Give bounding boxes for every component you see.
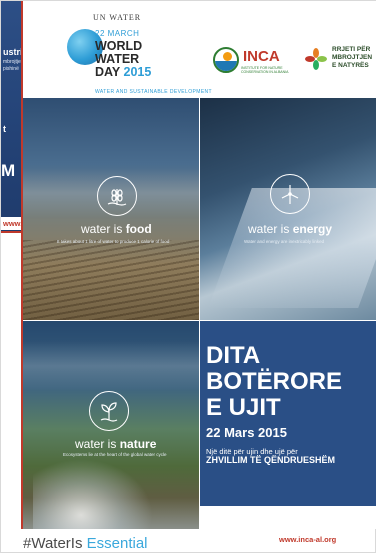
world-water-day-title: WORLD WATER DAY 2015 xyxy=(95,40,151,79)
tile-nature-title: water is nature xyxy=(75,437,157,451)
un-water-label: UN WATER xyxy=(93,13,142,22)
wwd-line-3: DAY 2015 xyxy=(95,66,151,79)
inca-subtitle: INSTITUTE FOR NATURE CONSERVATION IN ALB… xyxy=(241,66,289,74)
tile-food-caption: It takes about 1 litre of water to produ… xyxy=(57,239,170,244)
sprout-icon xyxy=(89,391,129,431)
headline-tagline: Një ditë për ujin dhe ujë për ZHVILLIM T… xyxy=(206,447,335,465)
hashtag-accent: Essential xyxy=(86,535,148,552)
tile-food-title: water is food xyxy=(81,222,152,236)
rmn-name: RRJETI PËR MBROJTJEN E NATYRËS xyxy=(332,46,372,70)
campaign-hashtag: #WaterIs Essential xyxy=(23,535,148,552)
back-poster-heading: ustri xyxy=(3,47,23,57)
inca-name: INCA xyxy=(243,48,280,65)
wheat-icon xyxy=(97,176,137,216)
wind-turbine-icon xyxy=(270,174,310,214)
tagline-line-2: ZHVILLIM TË QËNDRUESHËM xyxy=(206,455,336,465)
tile-water-is-energy: water is energy Water and energy are ine… xyxy=(200,98,376,320)
rmn-line-1: RRJETI PËR xyxy=(332,46,371,53)
main-poster: UN WATER 22 MARCH WORLD WATER DAY 2015 W… xyxy=(21,1,376,529)
wwd-year: 2015 xyxy=(123,65,152,79)
theme-subline: WATER AND SUSTAINABLE DEVELOPMENT xyxy=(95,89,213,95)
tile-nature-caption: Ecosystems lie at the heart of the globa… xyxy=(63,452,167,457)
tile-energy-title: water is energy xyxy=(248,222,333,236)
tile-water-is-food: water is food It takes about 1 litre of … xyxy=(23,98,199,320)
headline-panel: DITA BOTËRORE E UJIT 22 Mars 2015 Një di… xyxy=(200,321,376,506)
footer-url-link[interactable]: www.inca-al.org xyxy=(279,535,336,544)
back-poster-text-mid: t xyxy=(3,124,6,134)
headline-date: 22 Mars 2015 xyxy=(206,425,287,440)
rmn-logo-icon xyxy=(305,48,327,70)
event-date: 22 MARCH xyxy=(95,29,140,38)
back-poster-text-big: M xyxy=(1,161,16,180)
image-frame: ustri mbrojtjen dhe e ujë si një pishinë… xyxy=(0,0,376,553)
inca-logo-icon xyxy=(213,47,239,73)
rmn-logo: RRJETI PËR MBROJTJEN E NATYRËS xyxy=(305,46,376,78)
headline-title: DITA BOTËRORE E UJIT xyxy=(206,343,342,421)
poster-header: UN WATER 22 MARCH WORLD WATER DAY 2015 W… xyxy=(23,1,376,98)
headline-line-1: DITA xyxy=(206,342,261,369)
rmn-line-3: E NATYRËS xyxy=(332,62,369,69)
tile-water-is-nature: water is nature Ecosystems lie at the he… xyxy=(23,321,199,529)
wwd-day: DAY xyxy=(95,65,121,79)
rmn-line-2: MBROJTJEN xyxy=(332,54,373,61)
tile-energy-caption: Water and energy are inextricably linked xyxy=(244,239,325,244)
headline-line-2: BOTËRORE xyxy=(206,368,343,395)
hashtag-prefix: #WaterIs xyxy=(23,535,87,552)
headline-line-3: E UJIT xyxy=(206,394,281,421)
inca-logo: INCA INSTITUTE FOR NATURE CONSERVATION I… xyxy=(213,47,291,77)
